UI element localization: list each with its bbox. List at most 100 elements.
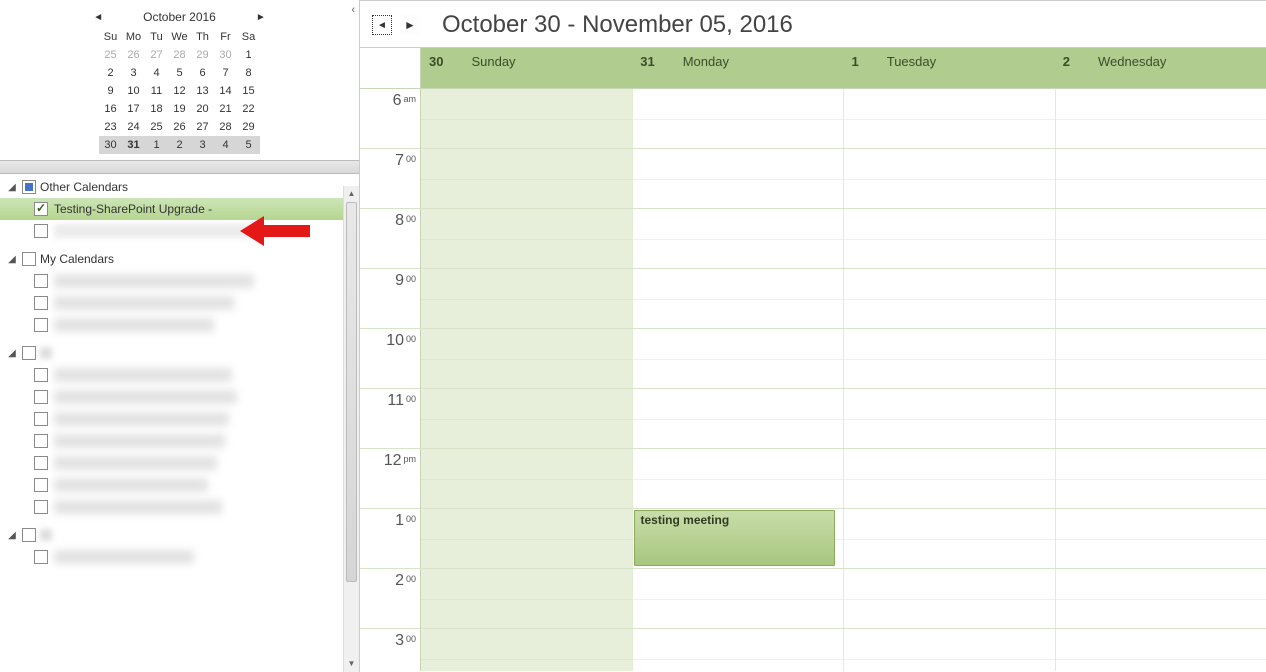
time-slot[interactable]: [844, 149, 1056, 208]
calendar-group[interactable]: ◢: [0, 524, 359, 546]
day-header[interactable]: 2Wednesday: [1055, 48, 1266, 88]
mini-cal-day[interactable]: 26: [168, 118, 191, 136]
mini-cal-day[interactable]: 10: [122, 82, 145, 100]
mini-cal-day[interactable]: 29: [237, 118, 260, 136]
mini-cal-day[interactable]: 3: [122, 64, 145, 82]
calendar-checkbox[interactable]: [34, 224, 48, 238]
time-slot[interactable]: [633, 449, 845, 508]
time-slot[interactable]: [1056, 209, 1266, 268]
calendar-checkbox[interactable]: [34, 456, 48, 470]
calendar-item[interactable]: [0, 546, 359, 568]
mini-cal-day[interactable]: 6: [191, 64, 214, 82]
mini-cal-day[interactable]: 30: [99, 136, 122, 154]
time-slot[interactable]: [1056, 329, 1266, 388]
calendar-item[interactable]: [0, 364, 359, 386]
calendar-checkbox[interactable]: [34, 202, 48, 216]
week-prev-button[interactable]: ◄: [372, 15, 392, 35]
time-slot[interactable]: [1056, 149, 1266, 208]
calendar-item[interactable]: [0, 496, 359, 518]
group-checkbox[interactable]: [22, 346, 36, 360]
time-slot[interactable]: [633, 149, 845, 208]
calendar-checkbox[interactable]: [34, 318, 48, 332]
time-slot[interactable]: [421, 449, 633, 508]
mini-cal-day[interactable]: 12: [168, 82, 191, 100]
time-slot[interactable]: [633, 269, 845, 328]
mini-cal-day[interactable]: 2: [99, 64, 122, 82]
calendar-item[interactable]: [0, 408, 359, 430]
mini-cal-day[interactable]: 31: [122, 136, 145, 154]
calendar-checkbox[interactable]: [34, 434, 48, 448]
day-header[interactable]: 30Sunday: [421, 48, 632, 88]
mini-cal-day[interactable]: 15: [237, 82, 260, 100]
scroll-down-icon[interactable]: ▼: [344, 656, 359, 672]
mini-cal-title[interactable]: October 2016: [143, 10, 216, 24]
time-slot[interactable]: [1056, 569, 1266, 628]
mini-cal-day[interactable]: 20: [191, 100, 214, 118]
group-checkbox[interactable]: [22, 180, 36, 194]
calendar-item-testing-sharepoint[interactable]: Testing-SharePoint Upgrade -: [0, 198, 359, 220]
mini-cal-day[interactable]: 26: [122, 46, 145, 64]
mini-cal-day[interactable]: 29: [191, 46, 214, 64]
mini-cal-next-icon[interactable]: ►: [256, 12, 266, 23]
mini-cal-day[interactable]: 5: [168, 64, 191, 82]
calendar-item[interactable]: [0, 430, 359, 452]
time-slot[interactable]: [844, 629, 1056, 671]
mini-cal-day[interactable]: 11: [145, 82, 168, 100]
time-slot[interactable]: [1056, 389, 1266, 448]
mini-cal-day[interactable]: 22: [237, 100, 260, 118]
mini-cal-day[interactable]: 14: [214, 82, 237, 100]
time-slot[interactable]: [1056, 629, 1266, 671]
mini-cal-day[interactable]: 28: [214, 118, 237, 136]
time-slot[interactable]: [1056, 509, 1266, 568]
expand-icon[interactable]: ◢: [6, 348, 18, 359]
mini-cal-day[interactable]: 21: [214, 100, 237, 118]
calendar-item[interactable]: [0, 474, 359, 496]
time-slot[interactable]: [421, 389, 633, 448]
time-slot[interactable]: [844, 449, 1056, 508]
mini-cal-day[interactable]: 25: [99, 46, 122, 64]
day-header[interactable]: 1Tuesday: [844, 48, 1055, 88]
collapse-sidebar-icon[interactable]: ‹: [351, 4, 355, 16]
calendar-checkbox[interactable]: [34, 368, 48, 382]
calendar-checkbox[interactable]: [34, 412, 48, 426]
time-slot[interactable]: [844, 329, 1056, 388]
calendar-group[interactable]: ◢: [0, 342, 359, 364]
time-slot[interactable]: [1056, 269, 1266, 328]
time-slot[interactable]: [421, 569, 633, 628]
mini-cal-day[interactable]: 13: [191, 82, 214, 100]
mini-cal-day[interactable]: 7: [214, 64, 237, 82]
calendar-checkbox[interactable]: [34, 296, 48, 310]
calendar-checkbox[interactable]: [34, 390, 48, 404]
mini-cal-day[interactable]: 5: [237, 136, 260, 154]
calendar-checkbox[interactable]: [34, 274, 48, 288]
calendar-event[interactable]: testing meeting: [634, 510, 836, 566]
mini-cal-day[interactable]: 4: [214, 136, 237, 154]
mini-cal-day[interactable]: 25: [145, 118, 168, 136]
time-slot[interactable]: [844, 509, 1056, 568]
group-checkbox[interactable]: [22, 528, 36, 542]
calendar-grid[interactable]: 6am7008009001000110012pm100testing meeti…: [360, 89, 1266, 671]
time-slot[interactable]: [421, 149, 633, 208]
time-slot[interactable]: [633, 89, 845, 148]
group-other-calendars[interactable]: ◢ Other Calendars: [0, 176, 359, 198]
time-slot[interactable]: testing meeting: [633, 509, 845, 568]
time-slot[interactable]: [844, 389, 1056, 448]
group-checkbox[interactable]: [22, 252, 36, 266]
expand-icon[interactable]: ◢: [6, 182, 18, 193]
expand-icon[interactable]: ◢: [6, 530, 18, 541]
calendar-checkbox[interactable]: [34, 478, 48, 492]
time-slot[interactable]: [633, 389, 845, 448]
time-slot[interactable]: [844, 569, 1056, 628]
expand-icon[interactable]: ◢: [6, 254, 18, 265]
calendar-item[interactable]: [0, 386, 359, 408]
mini-cal-day[interactable]: 23: [99, 118, 122, 136]
time-slot[interactable]: [844, 89, 1056, 148]
mini-cal-day[interactable]: 1: [145, 136, 168, 154]
mini-cal-day[interactable]: 9: [99, 82, 122, 100]
group-my-calendars[interactable]: ◢ My Calendars: [0, 248, 359, 270]
mini-cal-day[interactable]: 1: [237, 46, 260, 64]
time-slot[interactable]: [421, 329, 633, 388]
time-slot[interactable]: [1056, 89, 1266, 148]
time-slot[interactable]: [421, 509, 633, 568]
time-slot[interactable]: [421, 89, 633, 148]
